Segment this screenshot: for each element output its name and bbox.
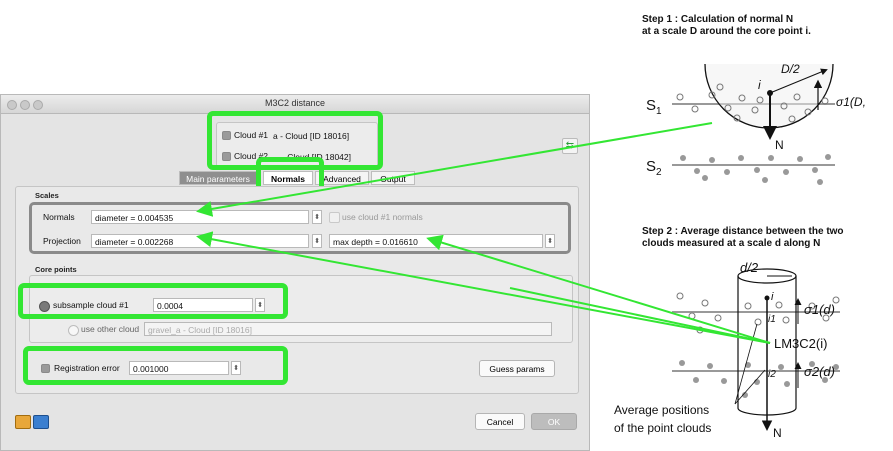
i2-label: i2 [768,369,776,380]
step2-diagram: d/2 i i1 i2 σ1(d) σ2(d) LM3C2(i) N Avera… [614,260,840,440]
sigma2-small-label: σ2(d) [804,364,835,379]
i-small-label: i [771,291,774,303]
arrow-to-projection [196,231,771,344]
core-point-i [767,90,773,96]
d-half-big-label: D/2 [781,62,800,76]
arrow-extra [509,287,771,344]
s2-points [680,154,831,185]
n-big-label: N [775,138,784,152]
s2-label: S2 [646,158,662,178]
sigma1-big-label: σ1(D, [836,95,866,109]
sigma1-small-label: σ1(d) [804,302,835,317]
average-positions-line2: of the point clouds [614,421,711,435]
arrow-to-max-depth [426,234,771,344]
arrow-to-normals [196,122,713,217]
i-big-label: i [758,78,761,92]
lm3c2-label: LM3C2(i) [774,336,827,351]
m3c2-schematic: S1 S2 D/2 σ1(D, N i d/2 i i1 i2 σ1(d) σ2… [196,62,866,440]
n-small-label: N [773,426,782,440]
average-positions-line1: Average positions [614,403,709,417]
step1-diagram: S1 S2 D/2 σ1(D, N i [646,62,866,185]
d-half-small-label: d/2 [740,260,759,275]
s1-label: S1 [646,97,662,117]
i1-label: i1 [768,314,776,325]
core-point-small [764,295,770,301]
